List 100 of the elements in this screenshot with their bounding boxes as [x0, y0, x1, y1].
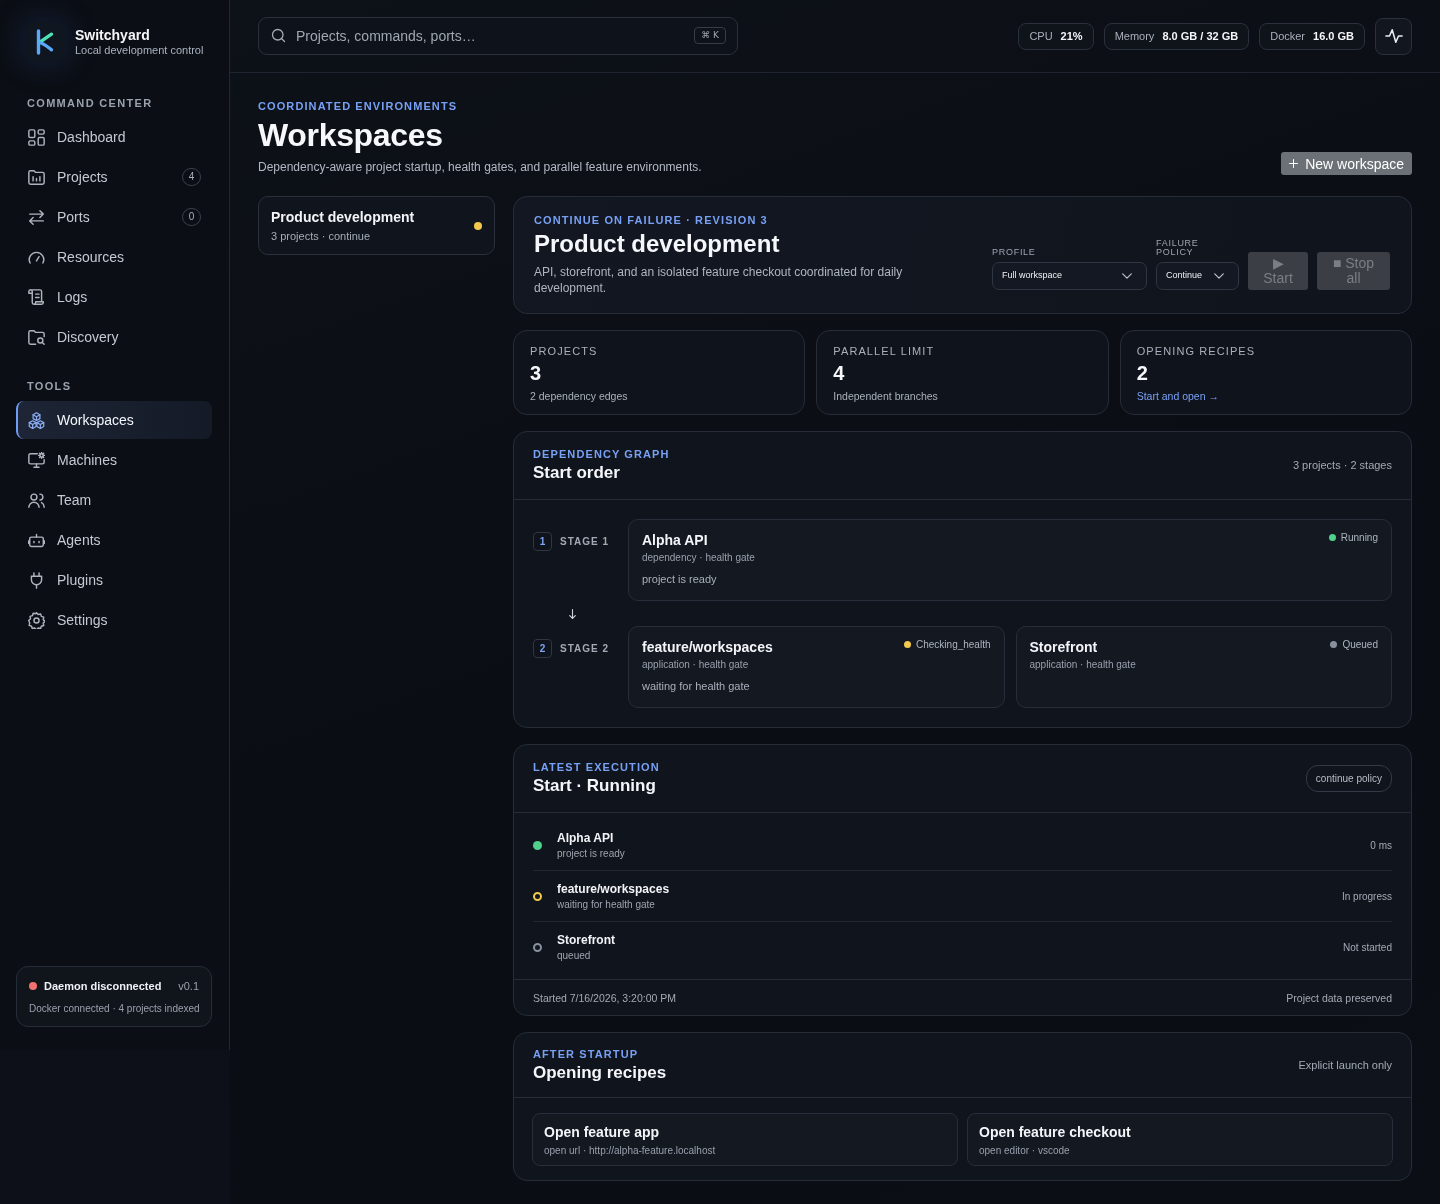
- app-name: Switchyard: [75, 27, 151, 43]
- stat-label: PARALLEL LIMIT: [833, 344, 936, 358]
- sidebar-item[interactable]: Ports 0: [16, 198, 212, 236]
- plus-icon: [1289, 159, 1299, 168]
- section-eyebrow: LATEST EXECUTION: [533, 760, 660, 774]
- metric-label: CPU: [1029, 28, 1053, 44]
- recipe-detail: open url · http://alpha-feature.localhost: [544, 1144, 717, 1157]
- project-node[interactable]: Storefront application · health gate Queued: [1015, 626, 1392, 708]
- status-label: Checking_health: [916, 638, 991, 652]
- stat-value: 2: [1136, 361, 1149, 385]
- stat-note: 2 dependency edges: [530, 389, 629, 403]
- sidebar-item[interactable]: Logs: [16, 278, 212, 316]
- project-name: feature/workspaces: [642, 639, 773, 656]
- step-name: Alpha API: [557, 831, 615, 846]
- robot-icon: [28, 531, 45, 549]
- metric-value: 16.0 GB: [1313, 28, 1354, 44]
- layout-grid-icon: [28, 128, 45, 146]
- section-heading: TOOLS: [26, 379, 73, 393]
- section-eyebrow: COORDINATED ENVIRONMENTS: [258, 99, 459, 113]
- workspace-item[interactable]: Product development 3 projects · continue: [258, 196, 495, 255]
- footer-note: Project data preserved: [1286, 991, 1392, 1005]
- section-eyebrow: DEPENDENCY GRAPH: [533, 447, 670, 461]
- chevron-down-icon: [1122, 273, 1132, 279]
- status-title: Daemon disconnected: [44, 978, 162, 994]
- metric-value: 21%: [1060, 28, 1083, 44]
- activity-button[interactable]: [1375, 17, 1412, 55]
- sidebar-item[interactable]: Plugins: [16, 561, 212, 599]
- metric-value: 8.0 GB / 32 GB: [1162, 28, 1239, 44]
- sidebar-item[interactable]: Team: [16, 481, 212, 519]
- graph-summary: 3 projects · 2 stages: [1292, 457, 1392, 473]
- metric-label: Memory: [1114, 28, 1155, 44]
- workspace-title: Product development: [271, 208, 415, 226]
- card-title: Start · Running: [533, 775, 657, 796]
- project-meta: application · health gate: [1029, 658, 1136, 671]
- sidebar-item[interactable]: Settings: [16, 601, 212, 639]
- users-icon: [28, 491, 45, 509]
- project-meta: dependency · health gate: [642, 551, 755, 564]
- workspace-description: API, storefront, and an isolated feature checkout coordinated for daily development.: [534, 264, 904, 296]
- sidebar-item[interactable]: Discovery: [16, 318, 212, 356]
- metric-label: Docker: [1270, 28, 1306, 44]
- policy-dropdown[interactable]: Continue: [1156, 262, 1239, 290]
- section-heading: COMMAND CENTER: [26, 96, 154, 110]
- sidebar-item[interactable]: Machines: [16, 441, 212, 479]
- project-meta: application · health gate: [642, 658, 750, 671]
- page-description: Dependency-aware project startup, health gates, and parallel feature environments.: [258, 159, 702, 175]
- workspace-heading: Product development: [534, 229, 781, 258]
- project-node[interactable]: feature/workspaces application · health gate waiting for health gate Checking_health: [628, 626, 1005, 708]
- stage-number: 1: [533, 532, 552, 551]
- cubes-icon: [28, 411, 45, 429]
- search-icon: [271, 28, 286, 43]
- arrow-down-icon: [569, 608, 576, 619]
- project-message: waiting for health gate: [642, 679, 751, 693]
- step-name: feature/workspaces: [557, 882, 670, 897]
- recipe-title: Open feature checkout: [979, 1123, 1132, 1141]
- stage-number: 2: [533, 639, 552, 658]
- stage-label: STAGE 2: [560, 642, 610, 656]
- chevron-down-icon: [1214, 273, 1224, 279]
- status-label: Running: [1340, 531, 1378, 545]
- recipe-detail: open editor · vscode: [979, 1144, 1071, 1157]
- project-name: Alpha API: [642, 532, 709, 549]
- workspace-subtitle: 3 projects · continue: [271, 229, 372, 243]
- step-detail: waiting for health gate: [557, 898, 656, 911]
- monitor-gear-icon: [28, 451, 45, 469]
- new-workspace-button[interactable]: New workspace: [1281, 152, 1412, 175]
- project-node[interactable]: Alpha API dependency · health gate project is ready Running: [628, 519, 1392, 601]
- version-label: v0.1: [178, 978, 199, 994]
- recipes-note: Explicit launch only: [1298, 1057, 1392, 1073]
- stat-link[interactable]: Start and open →: [1136, 390, 1219, 402]
- project-name: Storefront: [1029, 639, 1099, 656]
- folder-search-icon: [28, 328, 45, 346]
- shortcut-hint: ⌘ K: [694, 27, 726, 44]
- page-title: Workspaces: [258, 116, 444, 154]
- app-tagline: Local development control: [75, 43, 204, 57]
- sidebar-item[interactable]: Resources: [16, 238, 212, 276]
- plug-icon: [28, 571, 45, 589]
- policy-badge: continue policy: [1305, 764, 1392, 792]
- section-eyebrow: AFTER STARTUP: [533, 1047, 640, 1061]
- recipe-item[interactable]: Open feature app open url · http://alpha-feature.localhost: [532, 1113, 958, 1166]
- step-result: Not started: [1343, 941, 1392, 955]
- started-time: Started 7/16/2026, 3:20:00 PM: [533, 991, 677, 1005]
- profile-dropdown[interactable]: Full workspace: [992, 262, 1147, 290]
- sidebar-item[interactable]: Workspaces: [16, 401, 212, 439]
- logo-icon: [25, 22, 65, 62]
- status-label: Queued: [1342, 638, 1378, 652]
- step-detail: project is ready: [557, 847, 625, 860]
- sidebar-item[interactable]: Projects 4: [16, 158, 212, 196]
- card-title: Opening recipes: [533, 1062, 667, 1083]
- sidebar-item[interactable]: Agents: [16, 521, 212, 559]
- stat-note: Independent branches: [833, 389, 939, 403]
- settings-icon: [28, 611, 45, 629]
- recipe-item[interactable]: Open feature checkout open editor · vscode: [967, 1113, 1393, 1166]
- step-detail: queued: [557, 949, 592, 962]
- step-result: 0 ms: [1370, 839, 1392, 853]
- step-result: In progress: [1341, 890, 1392, 904]
- sidebar-item[interactable]: Dashboard: [16, 118, 212, 156]
- status-detail: Docker connected · 4 projects indexed: [29, 1002, 199, 1016]
- recipe-title: Open feature app: [544, 1123, 661, 1141]
- stat-value: 4: [833, 361, 846, 385]
- stat-label: PROJECTS: [530, 344, 599, 358]
- field-label: FAILURE POLICY: [1156, 239, 1200, 257]
